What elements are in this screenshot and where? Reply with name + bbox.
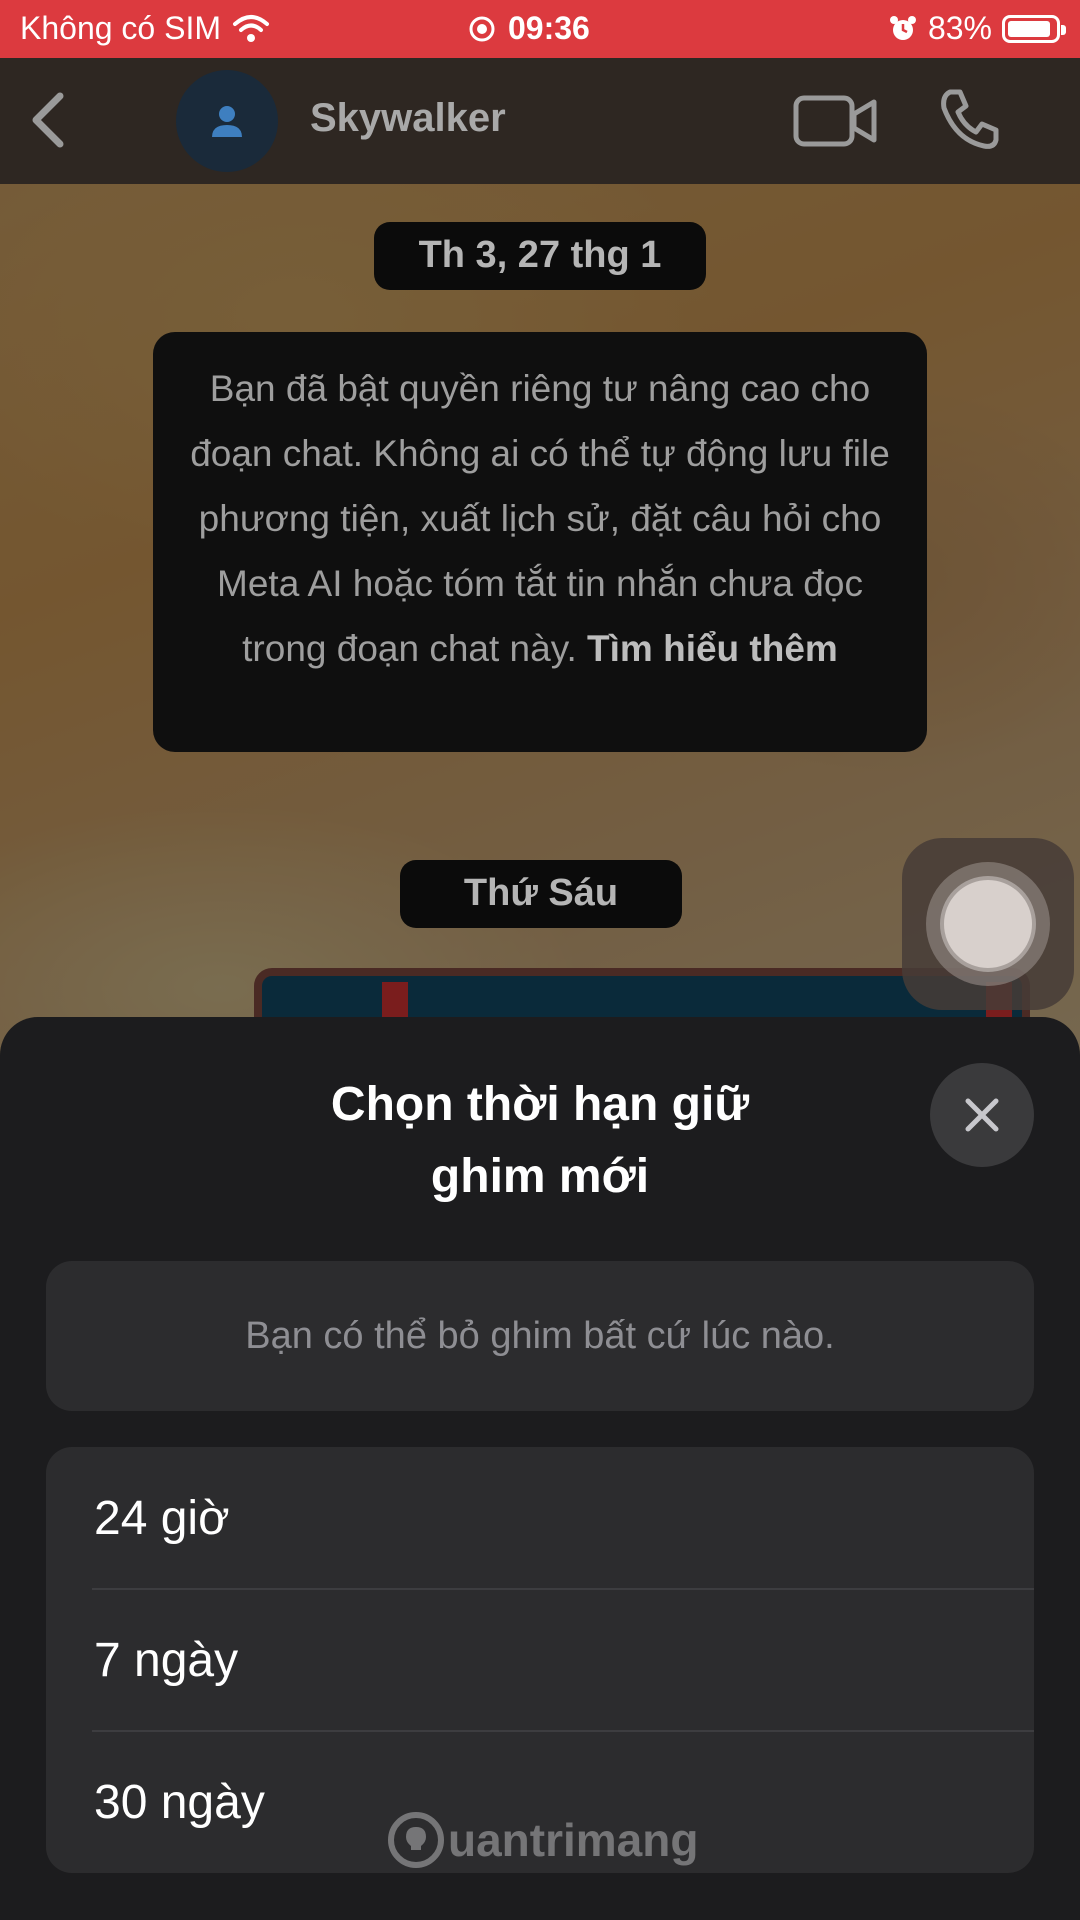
back-icon[interactable] [22,88,72,152]
assistive-touch-button[interactable] [902,838,1074,1010]
learn-more-link[interactable]: Tìm hiểu thêm [587,628,838,669]
watermark: uantrimang [388,1812,698,1868]
record-icon [469,16,495,41]
lightbulb-logo-icon [388,1812,444,1868]
contact-name[interactable]: Skywalker [310,96,506,141]
video-call-icon[interactable] [792,90,878,152]
notice-text: Bạn đã bật quyền riêng tư nâng cao cho đ… [190,368,890,669]
carrier-label: Không có SIM [20,10,221,46]
wifi-icon [233,14,269,42]
sheet-title: Chọn thời hạn giữ ghim mới [330,1078,750,1203]
status-bar: Không có SIM 09:36 83% [0,0,1080,58]
option-24-hours[interactable]: 24 giờ [46,1447,1034,1589]
pin-duration-sheet: Chọn thời hạn giữ ghim mới Bạn có thể bỏ… [0,1017,1080,1920]
privacy-notice: Bạn đã bật quyền riêng tư nâng cao cho đ… [153,332,927,752]
phone-icon[interactable] [936,86,1002,152]
clock: 09:36 [508,10,590,46]
battery-percent: 83% [927,10,992,46]
close-icon [965,1098,999,1132]
alarm-icon [889,15,916,40]
date-separator: Thứ Sáu [400,860,682,928]
avatar-person-icon [212,106,242,137]
avatar[interactable] [176,70,278,172]
duration-options: 24 giờ 7 ngày 30 ngày [46,1447,1034,1873]
chat-header: Skywalker [0,58,1080,184]
option-7-days[interactable]: 7 ngày [46,1589,1034,1731]
info-note: Bạn có thể bỏ ghim bất cứ lúc nào. [46,1261,1034,1411]
close-button[interactable] [930,1063,1034,1167]
date-separator: Th 3, 27 thg 1 [374,222,706,290]
battery-icon [1002,14,1066,43]
